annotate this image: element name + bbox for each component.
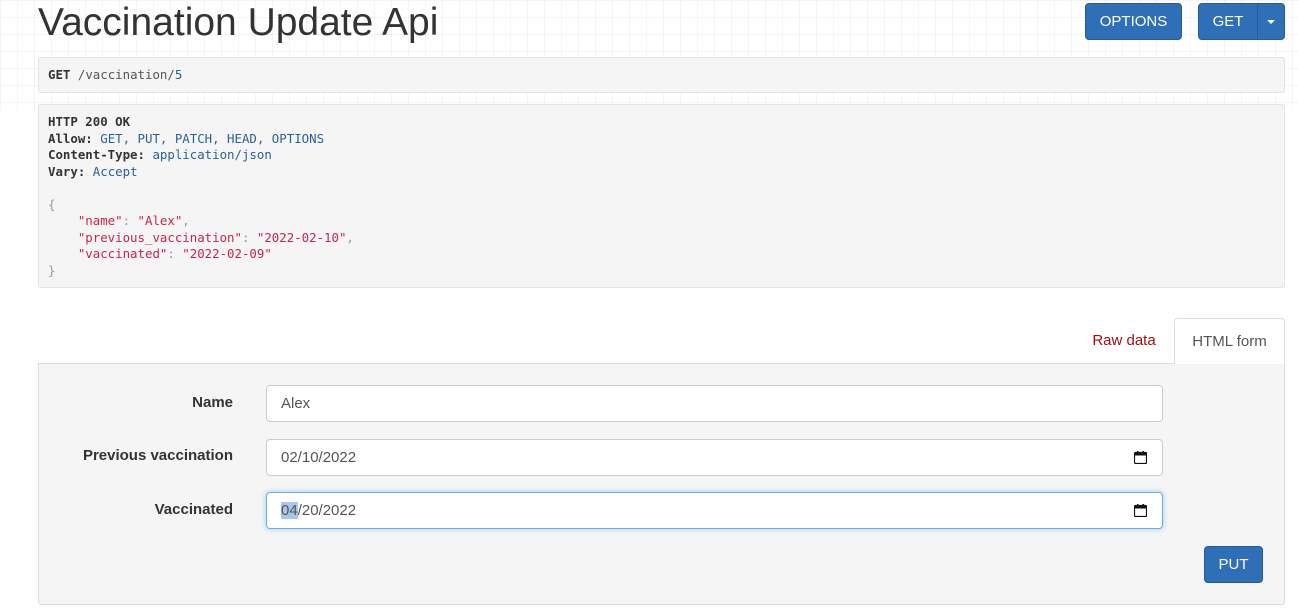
vaccinated-date-rest: /20/2022 <box>297 502 357 519</box>
json-value: "2022-02-09" <box>182 246 272 261</box>
request-id: 5 <box>174 67 183 82</box>
json-value: "2022-02-10" <box>256 229 347 245</box>
previous-vaccination-date-input[interactable]: 02/10/2022 <box>266 439 1163 476</box>
vaccinated-label: Vaccinated <box>154 501 233 518</box>
page-title: Vaccination Update Api <box>38 1 439 44</box>
put-button[interactable]: PUT <box>1204 546 1263 583</box>
response-info: HTTP 200 OK Allow: GET, PUT, PATCH, HEAD… <box>38 104 1285 288</box>
get-button[interactable]: GET <box>1198 3 1258 40</box>
json-open-brace: { <box>48 196 56 212</box>
json-value: "Alex" <box>137 213 183 228</box>
json-key: "previous_vaccination" <box>77 229 242 245</box>
header-key: Vary: <box>48 163 86 179</box>
header-key: Content-Type: <box>48 147 145 162</box>
json-close-brace: } <box>48 262 56 278</box>
json-key: "vaccinated" <box>77 246 168 261</box>
calendar-icon[interactable] <box>1134 504 1147 517</box>
vaccinated-date-input[interactable]: 04/20/2022 <box>266 492 1163 529</box>
vaccinated-month-segment[interactable]: 04 <box>281 502 298 519</box>
name-input[interactable]: Alex <box>266 385 1163 422</box>
tab-raw-data[interactable]: Raw data <box>1078 318 1170 363</box>
calendar-icon[interactable] <box>1134 451 1147 464</box>
name-label: Name <box>192 394 233 411</box>
previous-vaccination-value: 02/10/2022 <box>281 449 357 466</box>
tab-html-form[interactable]: HTML form <box>1174 318 1285 364</box>
request-info: GET /vaccination/5 <box>38 57 1285 93</box>
response-status: HTTP 200 OK <box>48 114 131 129</box>
header-value: GET, PUT, PATCH, HEAD, OPTIONS <box>100 130 325 146</box>
previous-vaccination-label: Previous vaccination <box>82 447 233 464</box>
json-key: "name" <box>77 213 123 228</box>
request-method: GET <box>48 67 71 82</box>
options-button[interactable]: OPTIONS <box>1085 3 1182 40</box>
request-path: /vaccination/ <box>77 67 175 82</box>
caret-down-icon <box>1267 19 1275 24</box>
name-input-value: Alex <box>281 395 311 412</box>
header-key: Allow: <box>48 130 93 146</box>
get-format-dropdown-button[interactable] <box>1257 3 1285 40</box>
header-value: Accept <box>92 163 138 179</box>
header-value: application/json <box>152 147 272 162</box>
